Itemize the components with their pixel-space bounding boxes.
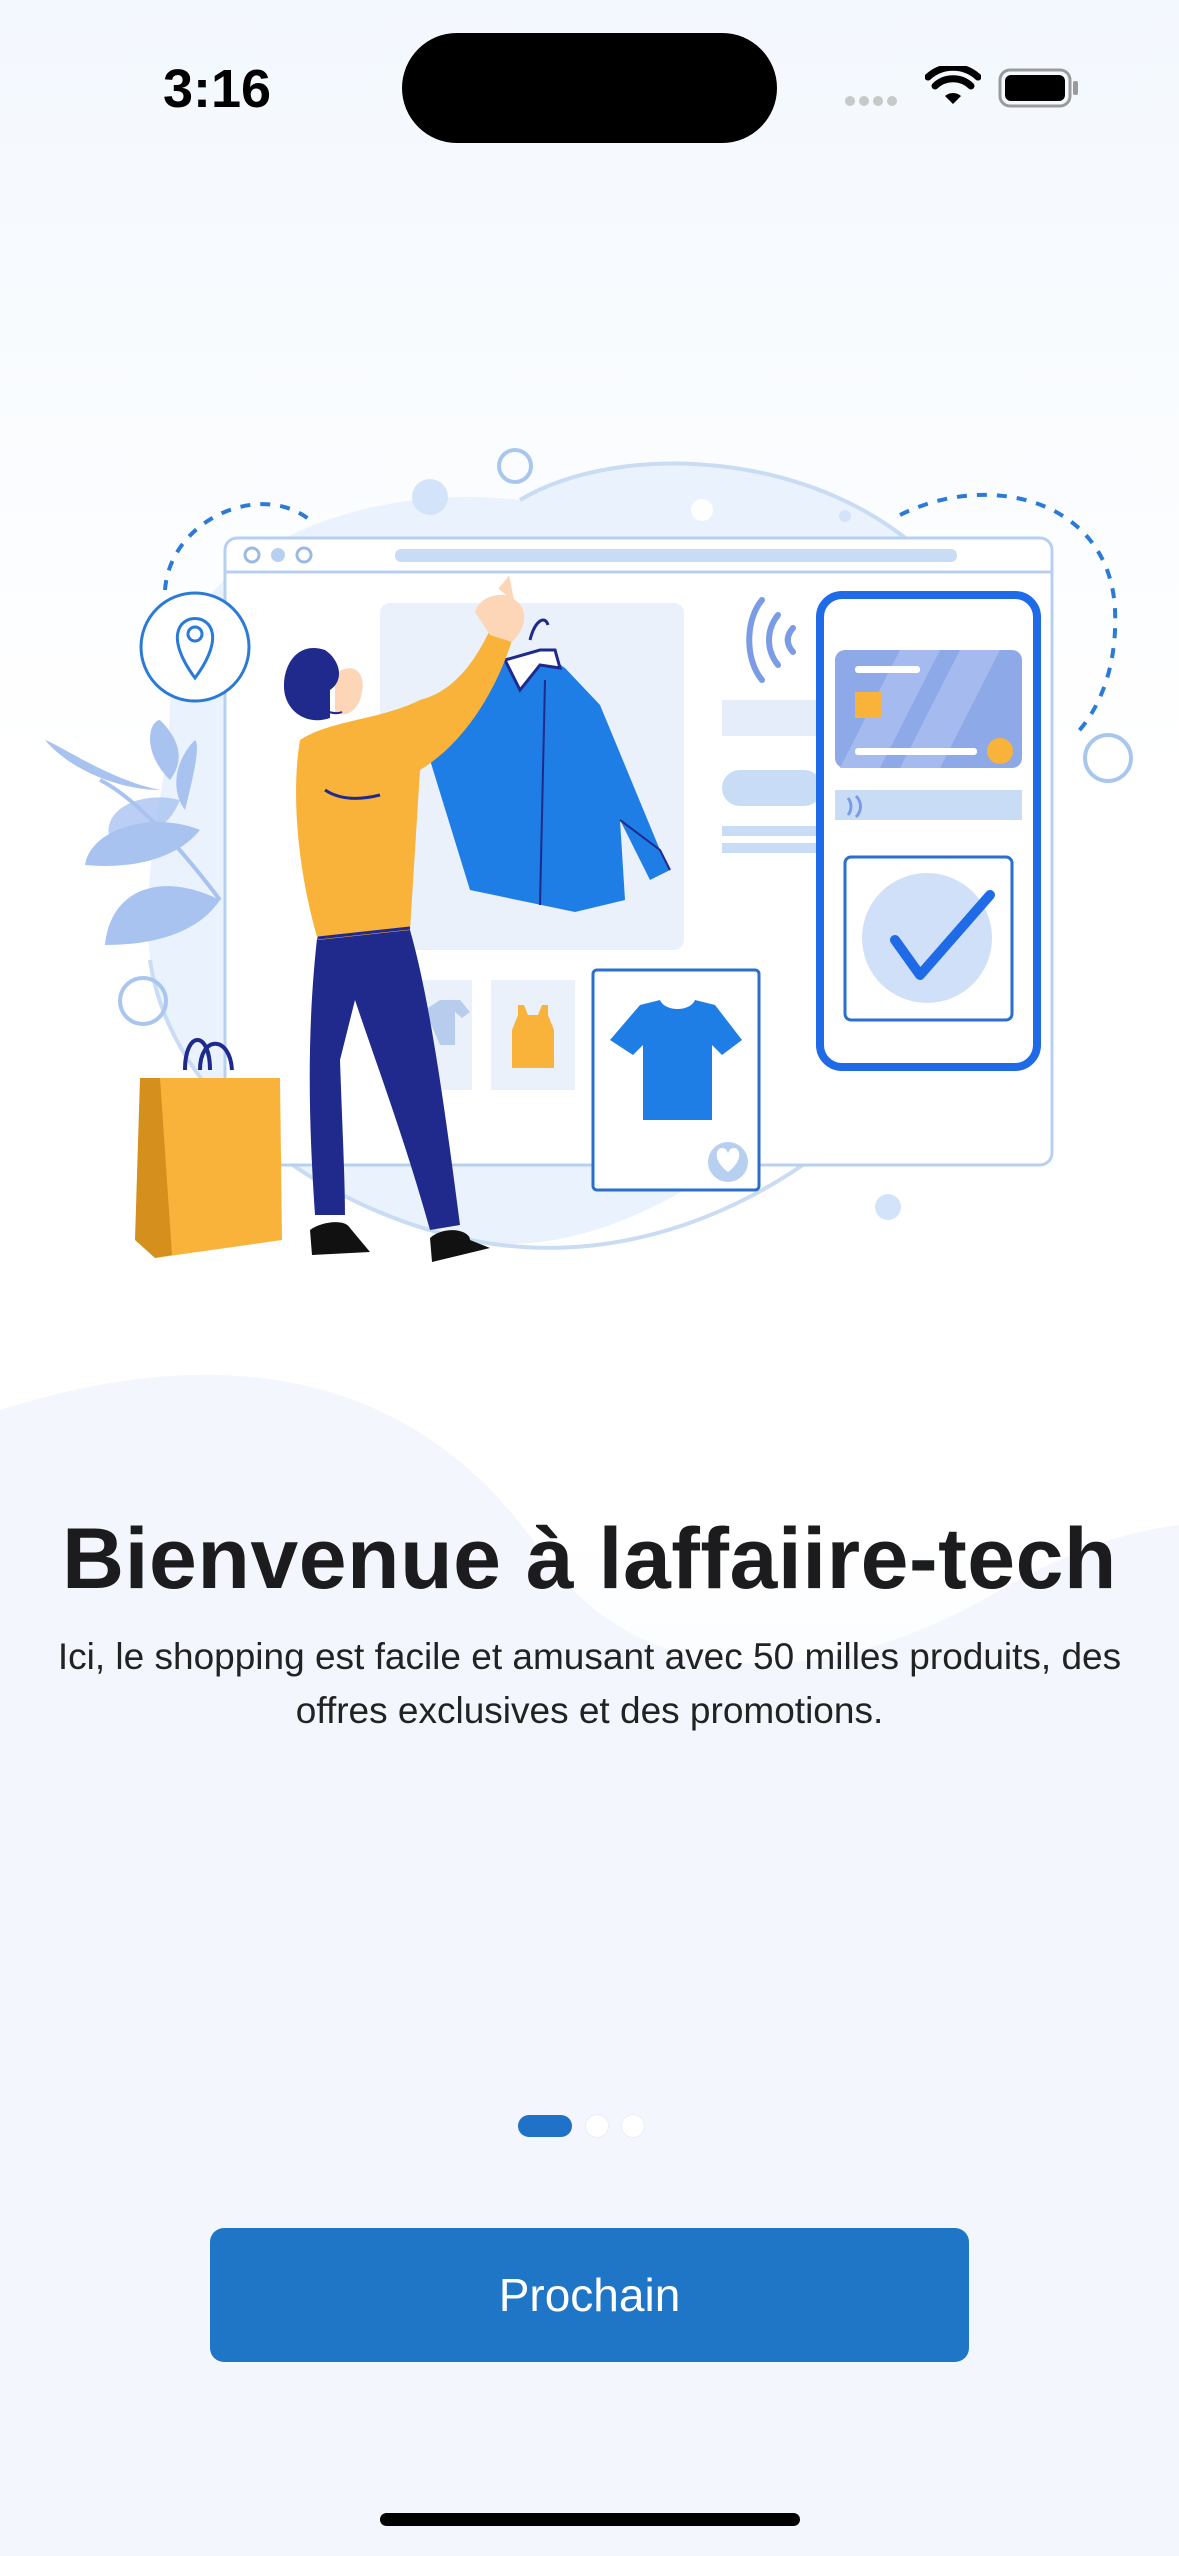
next-button[interactable]: Prochain — [210, 2228, 969, 2362]
status-time: 3:16 — [163, 59, 272, 119]
page-dot-2[interactable] — [586, 2115, 608, 2137]
cellular-signal-icon — [845, 93, 901, 111]
battery-icon — [998, 68, 1078, 108]
page-dot-1[interactable] — [518, 2115, 572, 2137]
wifi-icon — [925, 66, 981, 104]
page-dot-3[interactable] — [622, 2115, 644, 2137]
welcome-title: Bienvenue à laffaiire-tech — [62, 1511, 1117, 1607]
shopping-illustration — [45, 448, 1133, 1262]
welcome-subtitle: Ici, le shopping est facile et amusant a… — [57, 1636, 1122, 1731]
next-button-label: Prochain — [498, 2269, 681, 2321]
home-indicator[interactable] — [380, 2513, 800, 2526]
dynamic-island — [402, 33, 777, 143]
